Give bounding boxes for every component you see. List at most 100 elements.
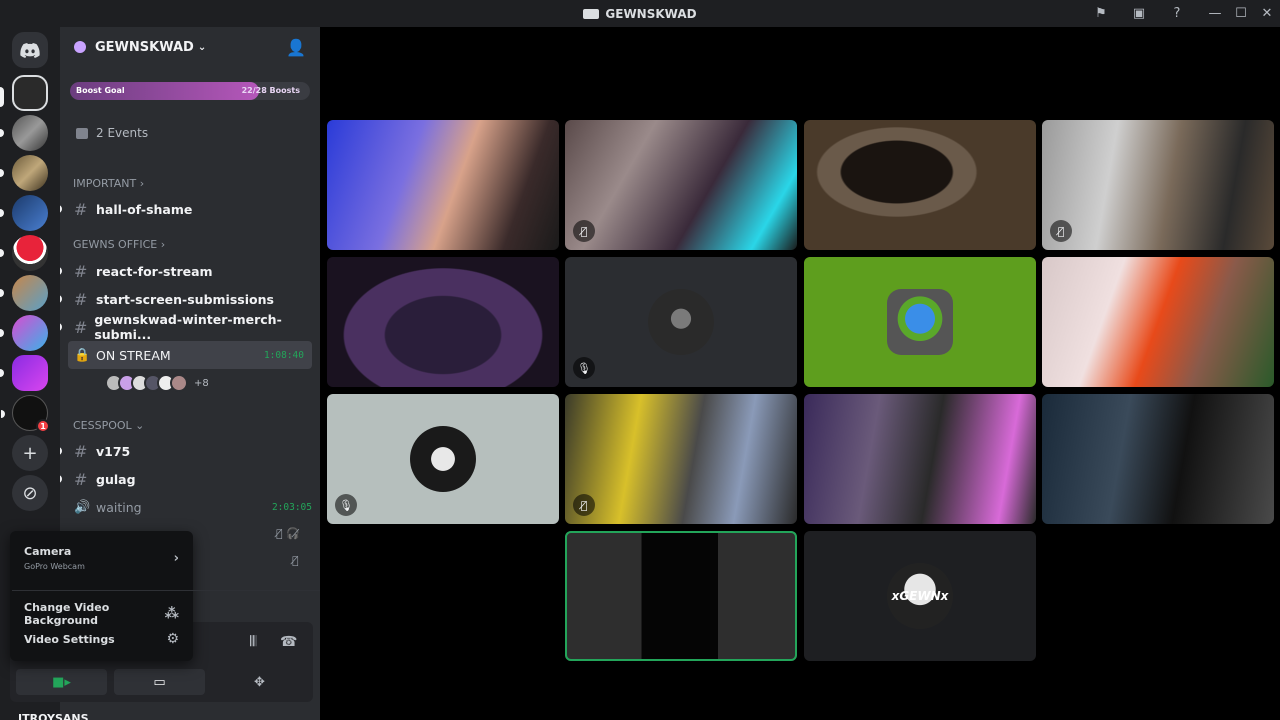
discord-home-icon[interactable] (12, 32, 48, 68)
mic-muted-icon: 🎙̸ (292, 554, 299, 567)
flag-icon[interactable]: ⚑ (1088, 0, 1114, 27)
maximize-icon[interactable]: ☐ (1228, 0, 1254, 27)
channel-start-screen-submissions[interactable]: # start-screen-submissions (60, 285, 320, 313)
disconnect-icon[interactable]: ☎ (280, 634, 297, 650)
category-label: CESSPOOL (73, 419, 132, 432)
video-tile[interactable]: 🎙̸ (1042, 120, 1274, 250)
mention-badge: 1 (36, 419, 50, 433)
user-panel-name: JTROYSANS (18, 712, 89, 720)
hash-icon: # (74, 317, 88, 337)
video-tile[interactable] (804, 120, 1036, 250)
muted-deafened-icon: 🎙̸ 🎧̸ (276, 527, 300, 540)
menu-item-change-background[interactable]: Change Video Background ⁂ (24, 601, 179, 627)
server-icon-camo[interactable] (0, 155, 48, 191)
server-logo-icon (583, 8, 600, 19)
channel-react-for-stream[interactable]: # react-for-stream (60, 257, 320, 285)
video-tile-self[interactable] (565, 531, 797, 661)
channel-hall-of-shame[interactable]: # hall-of-shame (60, 195, 320, 223)
minimize-icon[interactable]: — (1202, 0, 1228, 27)
window-title: GEWNSKWAD (583, 6, 697, 21)
video-grid: 🎙̸ 🎙̸ 🎙 🎙 🎙̸ xGEWNx (320, 27, 1280, 720)
mic-muted-icon: 🎙̸ (573, 494, 595, 516)
user-avatar (887, 289, 953, 355)
more-participants-count: +8 (194, 377, 209, 389)
menu-item-label: Change Video Background (24, 601, 110, 627)
server-icon-avatar[interactable] (0, 275, 48, 311)
boost-count: 22/28 Boosts (241, 86, 300, 95)
menu-item-label: Camera (24, 545, 72, 558)
category-gewns-office[interactable]: GEWNS OFFICE › (60, 238, 320, 251)
channel-label: react-for-stream (96, 263, 213, 279)
user-avatar (410, 426, 476, 492)
server-name: GEWNSKWAD (95, 39, 194, 55)
video-tile[interactable] (1042, 257, 1274, 387)
channel-gulag[interactable]: # gulag (60, 465, 320, 493)
server-icon-andii-skwad[interactable] (0, 355, 48, 391)
add-server-button[interactable]: + (12, 435, 48, 471)
compass-icon: ⊘ (22, 482, 38, 504)
server-icon-gewnskwad[interactable] (0, 75, 48, 111)
boost-goal-label: Boost Goal (76, 86, 125, 95)
menu-item-label: Video Settings (24, 632, 115, 646)
voice-timer: 2:03:05 (271, 501, 312, 513)
close-icon[interactable]: ✕ (1254, 0, 1280, 27)
video-tile[interactable]: 🎙 (327, 394, 559, 524)
activities-button[interactable]: ✥ (214, 669, 305, 695)
explore-servers-button[interactable]: ⊘ (12, 475, 48, 511)
channel-v175[interactable]: # v175 (60, 437, 320, 465)
video-tile[interactable]: 🎙̸ (565, 394, 797, 524)
hash-icon: # (74, 469, 88, 489)
camera-device-name: GoPro Webcam (24, 562, 85, 571)
lock-voice-icon: 🔒 (74, 347, 91, 363)
camera-button[interactable]: ■▸ (16, 669, 107, 695)
mic-muted-icon: 🎙 (335, 494, 357, 516)
stream-icon[interactable]: ▣ (1126, 0, 1152, 27)
boost-goal-bar[interactable]: Boost Goal 22/28 Boosts (70, 82, 310, 100)
screen-share-button[interactable]: ▭ (114, 669, 205, 695)
channel-label: v175 (96, 443, 131, 459)
xgewnx-avatar: xGEWNx (887, 563, 953, 629)
server-icon-blue-car[interactable] (0, 195, 48, 231)
channel-on-stream[interactable]: 🔒 ON STREAM 1:08:40 (68, 341, 312, 369)
video-tile[interactable] (1042, 394, 1274, 524)
video-tile[interactable] (327, 120, 559, 250)
server-icon-art[interactable] (0, 315, 48, 351)
channel-winter-merch[interactable]: # gewnskwad-winter-merch-submi... (60, 312, 320, 342)
help-icon[interactable]: ? (1164, 0, 1190, 27)
soundboard-icon[interactable]: 𝄃𝄃 (250, 634, 256, 650)
server-icon-mushroom[interactable] (0, 235, 48, 271)
hash-icon: # (74, 261, 88, 281)
hash-icon: # (74, 289, 88, 309)
video-tile[interactable]: 🎙̸ (565, 120, 797, 250)
video-tile[interactable]: 🎙 (565, 257, 797, 387)
category-label: GEWNS OFFICE (73, 238, 158, 251)
menu-item-video-settings[interactable]: Video Settings ⚙ (24, 631, 179, 647)
channel-label: ON STREAM (96, 347, 171, 363)
calendar-icon (76, 127, 88, 139)
video-tile[interactable]: xGEWNx (804, 531, 1036, 661)
video-camera-icon: ■▸ (52, 674, 71, 690)
server-icon-car[interactable] (0, 115, 48, 151)
video-tile[interactable] (804, 394, 1036, 524)
window-title-text: GEWNSKWAD (605, 6, 697, 21)
avatar (170, 374, 188, 392)
channel-waiting[interactable]: 🔊 waiting 2:03:05 (60, 493, 320, 521)
title-bar: GEWNSKWAD ⚑ ▣ ? — ☐ ✕ (0, 0, 1280, 27)
invite-people-icon[interactable]: 👤 (286, 38, 306, 57)
server-header[interactable]: GEWNSKWAD ⌄ 👤 (60, 27, 320, 67)
voice-participants[interactable]: +8 (60, 369, 320, 397)
mic-muted-icon: 🎙̸ (1050, 220, 1072, 242)
events-label: 2 Events (96, 126, 149, 140)
server-icon-voice[interactable]: 1 (1, 395, 50, 433)
video-tile[interactable] (804, 257, 1036, 387)
category-cesspool[interactable]: CESSPOOL ⌄ (60, 419, 320, 432)
mic-muted-icon: 🎙 (573, 357, 595, 379)
video-tile[interactable] (327, 257, 559, 387)
category-important[interactable]: IMPORTANT › (60, 177, 320, 190)
mic-muted-icon: 🎙̸ (573, 220, 595, 242)
channel-label: waiting (96, 499, 142, 515)
category-label: IMPORTANT (73, 177, 137, 190)
events-link[interactable]: 2 Events (76, 126, 320, 140)
menu-item-camera[interactable]: Camera GoPro Webcam › (24, 545, 179, 571)
plus-icon: + (22, 442, 38, 464)
